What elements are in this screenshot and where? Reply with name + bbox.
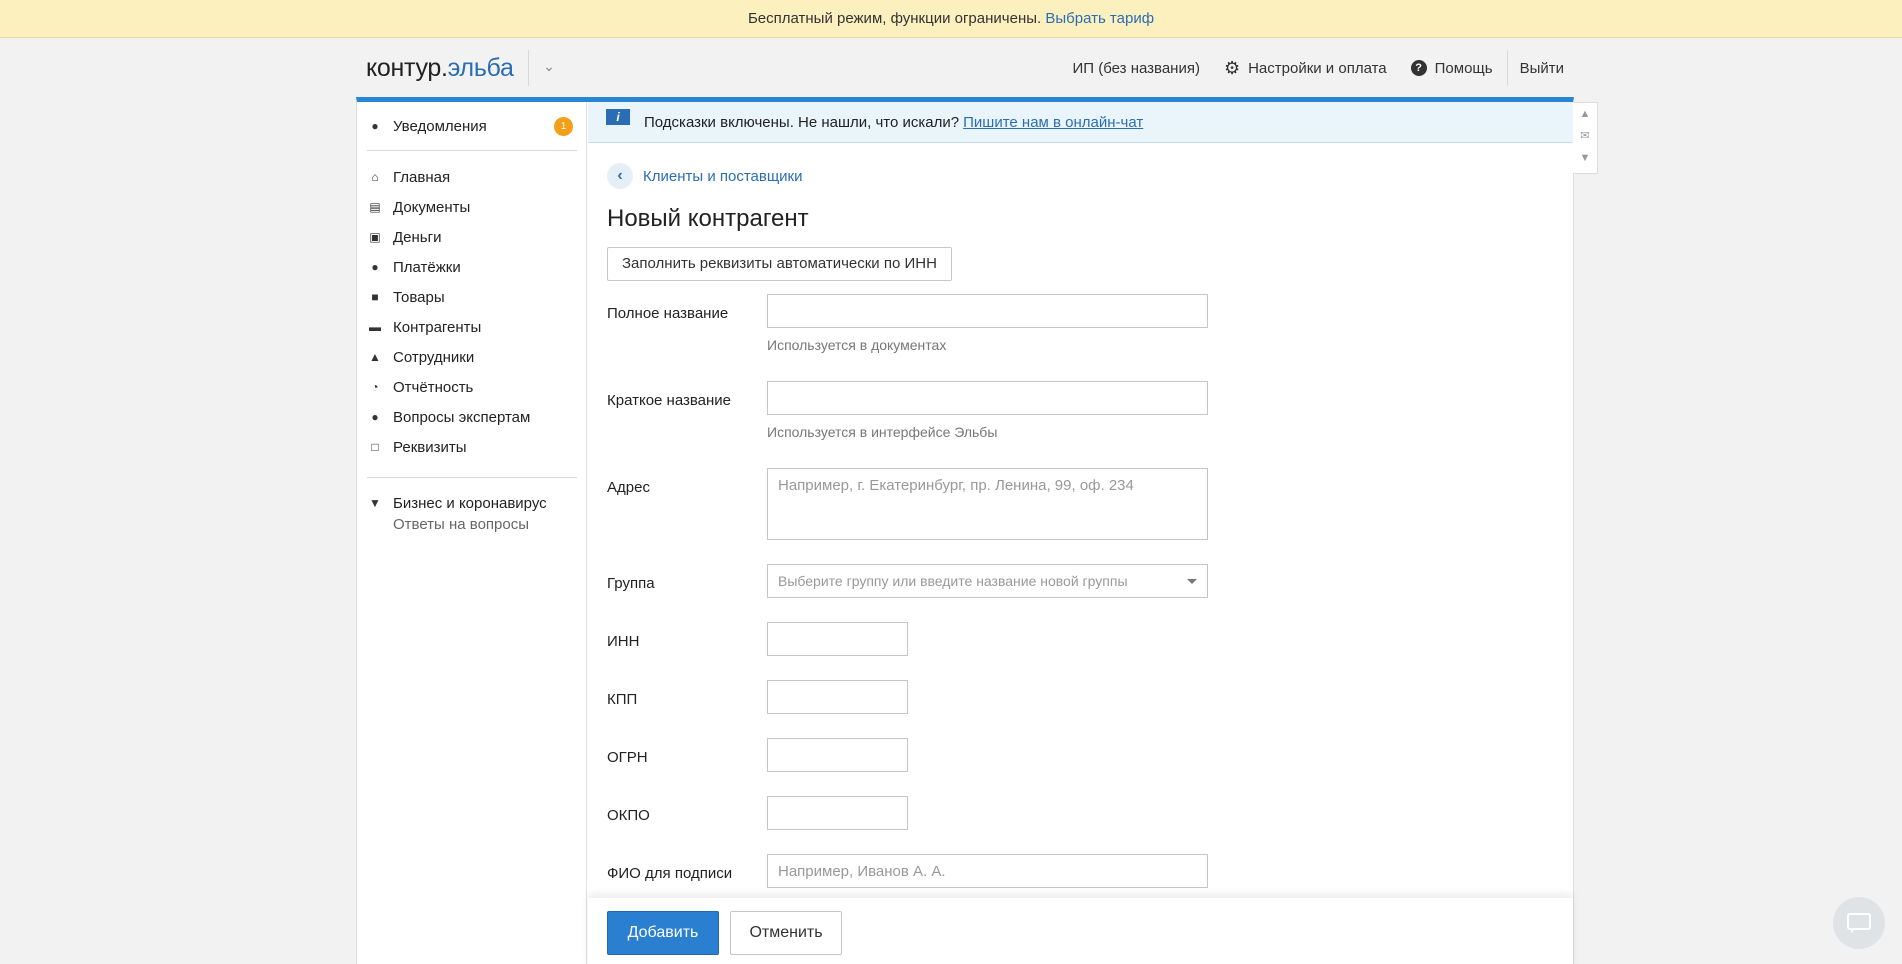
short-name-input[interactable]	[767, 381, 1208, 415]
feedback-tools: ▲ ✉ ▼	[1573, 102, 1598, 174]
briefcase-icon: ▬	[369, 320, 381, 334]
settings-link[interactable]: ⚙ Настройки и оплата	[1224, 58, 1387, 79]
chevron-left-icon[interactable]: ‹	[607, 163, 633, 189]
divider	[1506, 50, 1508, 86]
sidebar-item-contractors[interactable]: ▬ Контрагенты	[367, 312, 577, 342]
sidebar-item-covid[interactable]: ▼ Бизнес и коронавирус Ответы на вопросы	[367, 492, 587, 536]
help-link[interactable]: ? Помощь	[1410, 60, 1493, 77]
mail-icon[interactable]: ✉	[1573, 125, 1597, 147]
home-icon: ⌂	[371, 170, 379, 184]
sidebar-item-home[interactable]: ⌂ Главная	[367, 162, 577, 192]
requisites-icon: □	[371, 440, 379, 454]
hint-text: Подсказки включены. Не нашли, что искали…	[644, 113, 960, 131]
sidebar-item-reports[interactable]: ◔ Отчётность	[367, 372, 577, 402]
sidebar-item-documents[interactable]: ▤ Документы	[367, 192, 577, 222]
sidebar-item-goods[interactable]: ■ Товары	[367, 282, 577, 312]
divider	[528, 50, 529, 86]
full-name-help: Используется в документах	[767, 337, 947, 353]
okpo-label: ОКПО	[607, 807, 650, 824]
divider	[367, 477, 577, 478]
full-name-input[interactable]	[767, 294, 1208, 328]
payments-icon: ●	[371, 260, 379, 274]
free-mode-banner: Бесплатный режим, функции ограничены. Вы…	[0, 0, 1902, 38]
address-label: Адрес	[607, 479, 650, 496]
reports-icon: ◔	[371, 380, 379, 394]
org-name-link[interactable]: ИП (без названия)	[1072, 60, 1199, 77]
person-icon: ▲	[369, 350, 381, 364]
signer-name-input[interactable]	[767, 854, 1208, 888]
online-chat-link[interactable]: Пишите нам в онлайн-чат	[963, 114, 1143, 131]
sidebar: ● Уведомления 1 ⌂ Главная ▤ Документы ▣ Ден…	[357, 102, 587, 964]
shield-icon: ▼	[369, 496, 381, 510]
breadcrumb[interactable]: ‹ Клиенты и поставщики	[607, 163, 803, 189]
ogrn-label: ОГРН	[607, 749, 648, 766]
cancel-button[interactable]: Отменить	[730, 911, 842, 955]
group-label: Группа	[607, 575, 655, 592]
form-footer: Добавить Отменить	[588, 898, 1573, 964]
info-icon: i	[606, 109, 630, 125]
top-header: контур.эльба ⌄ ИП (без названия) ⚙ Настро…	[356, 38, 1574, 98]
sidebar-item-notifications[interactable]: ● Уведомления 1	[367, 110, 577, 142]
group-select[interactable]: Выберите группу или введите название нов…	[767, 564, 1208, 598]
sidebar-item-money[interactable]: ▣ Деньги	[367, 222, 577, 252]
logout-link[interactable]: Выйти	[1520, 60, 1564, 77]
add-button[interactable]: Добавить	[607, 911, 719, 955]
documents-icon: ▤	[369, 200, 381, 214]
inn-label: ИНН	[607, 633, 640, 650]
question-icon: ?	[1410, 60, 1427, 76]
app-frame: ● Уведомления 1 ⌂ Главная ▤ Документы ▣ Ден…	[356, 97, 1598, 964]
banner-text: Бесплатный режим, функции ограничены.	[747, 10, 1042, 27]
gear-icon: ⚙	[1223, 57, 1241, 78]
sidebar-item-payments[interactable]: ● Платёжки	[367, 252, 577, 282]
thumbs-down-icon[interactable]: ▼	[1573, 147, 1597, 169]
hints-bar: i Подсказки включены. Не нашли, что иска…	[588, 102, 1573, 143]
signer-name-label: ФИО для подписи	[607, 865, 733, 882]
sidebar-item-label: Уведомления	[393, 117, 487, 135]
covid-subtitle: Ответы на вопросы	[393, 516, 530, 533]
breadcrumb-link[interactable]: Клиенты и поставщики	[643, 168, 803, 185]
inn-input[interactable]	[767, 622, 908, 656]
notification-count-badge: 1	[554, 117, 573, 136]
divider	[367, 150, 577, 151]
sidebar-item-employees[interactable]: ▲ Сотрудники	[367, 342, 577, 372]
sidebar-nav: ⌂ Главная ▤ Документы ▣ Деньги ● Платёжки ■ Т…	[367, 162, 577, 462]
group-select-placeholder: Выберите группу или введите название нов…	[778, 573, 1128, 589]
choose-plan-link[interactable]: Выбрать тариф	[1045, 10, 1154, 27]
caret-down-icon	[1187, 579, 1197, 584]
sidebar-item-requisites[interactable]: □ Реквизиты	[367, 432, 577, 462]
logo[interactable]: контур.эльба	[366, 54, 514, 83]
address-textarea[interactable]	[767, 468, 1208, 540]
chevron-down-icon[interactable]: ⌄	[539, 56, 559, 76]
thumbs-up-icon[interactable]: ▲	[1573, 103, 1597, 125]
ogrn-input[interactable]	[767, 738, 908, 772]
autofill-by-inn-button[interactable]: Заполнить реквизиты автоматически по ИНН	[607, 247, 952, 281]
okpo-input[interactable]	[767, 796, 908, 830]
cart-icon: ■	[371, 290, 379, 304]
full-name-label: Полное название	[607, 305, 729, 322]
bell-icon: ●	[371, 119, 379, 133]
chat-bubble-icon[interactable]	[1833, 897, 1885, 949]
short-name-help: Используется в интерфейсе Эльбы	[767, 424, 998, 440]
money-icon: ▣	[369, 230, 381, 244]
short-name-label: Краткое название	[607, 392, 732, 409]
kpp-label: КПП	[607, 691, 638, 708]
question-icon: ●	[371, 410, 379, 424]
page-title: Новый контрагент	[607, 205, 809, 232]
sidebar-item-expert-questions[interactable]: ● Вопросы экспертам	[367, 402, 577, 432]
kpp-input[interactable]	[767, 680, 908, 714]
